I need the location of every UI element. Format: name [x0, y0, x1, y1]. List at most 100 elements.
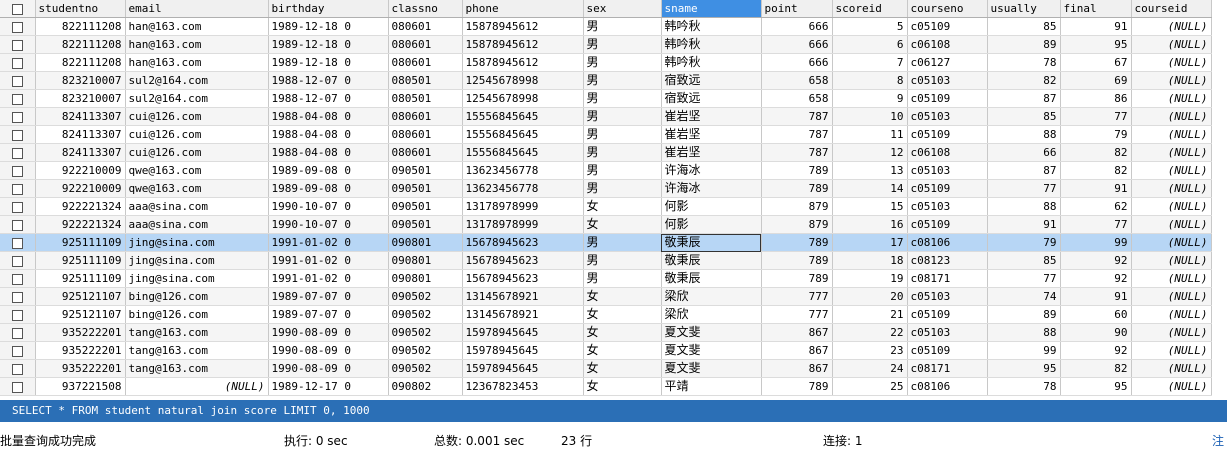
cell-final[interactable]: 60 — [1060, 305, 1132, 324]
cell-email[interactable]: aaa@sina.com — [125, 215, 269, 234]
cell-sname[interactable]: 梁欣 — [661, 305, 762, 324]
cell-sname[interactable]: 韩吟秋 — [661, 35, 762, 54]
cell-courseid[interactable]: (NULL) — [1131, 89, 1212, 108]
cell-phone[interactable]: 15978945645 — [462, 323, 584, 342]
cell-point[interactable]: 666 — [761, 53, 833, 72]
cell-usually[interactable]: 89 — [987, 35, 1061, 54]
column-header-sex[interactable]: sex — [583, 0, 662, 18]
row-checkbox[interactable] — [0, 269, 36, 288]
cell-email[interactable]: sul2@164.com — [125, 89, 269, 108]
cell-classno[interactable]: 080601 — [388, 125, 463, 144]
cell-sex[interactable]: 男 — [583, 125, 662, 144]
cell-courseid[interactable]: (NULL) — [1131, 305, 1212, 324]
cell-courseid[interactable]: (NULL) — [1131, 161, 1212, 180]
cell-courseno[interactable]: c05103 — [907, 107, 988, 126]
cell-courseid[interactable]: (NULL) — [1131, 323, 1212, 342]
checkbox-icon[interactable] — [11, 93, 23, 105]
row-checkbox[interactable] — [0, 359, 36, 378]
cell-courseno[interactable]: c08106 — [907, 233, 988, 252]
cell-courseno[interactable]: c08123 — [907, 251, 988, 270]
checkbox-icon[interactable] — [11, 345, 23, 357]
cell-classno[interactable]: 090502 — [388, 341, 463, 360]
cell-final[interactable]: 82 — [1060, 359, 1132, 378]
cell-scoreid[interactable]: 19 — [832, 269, 908, 288]
cell-birthday[interactable]: 1990-08-09 0 — [268, 359, 389, 378]
cell-birthday[interactable]: 1991-01-02 0 — [268, 233, 389, 252]
table-row[interactable]: 935222201 tang@163.com 1990-08-09 0 090502 1… — [0, 359, 1212, 378]
cell-final[interactable]: 82 — [1060, 143, 1132, 162]
checkbox-icon[interactable] — [11, 147, 23, 159]
cell-scoreid[interactable]: 11 — [832, 125, 908, 144]
table-row[interactable]: 823210007 sul2@164.com 1988-12-07 0 080501 1… — [0, 71, 1212, 90]
row-checkbox[interactable] — [0, 107, 36, 126]
cell-birthday[interactable]: 1988-04-08 0 — [268, 143, 389, 162]
cell-usually[interactable]: 89 — [987, 305, 1061, 324]
cell-birthday[interactable]: 1991-01-02 0 — [268, 269, 389, 288]
table-row[interactable]: 824113307 cui@126.com 1988-04-08 0 080601 15… — [0, 143, 1212, 162]
cell-sex[interactable]: 女 — [583, 197, 662, 216]
column-header-courseno[interactable]: courseno — [907, 0, 988, 18]
cell-birthday[interactable]: 1989-12-18 0 — [268, 35, 389, 54]
cell-courseid[interactable]: (NULL) — [1131, 197, 1212, 216]
cell-email[interactable]: tang@163.com — [125, 341, 269, 360]
cell-scoreid[interactable]: 25 — [832, 377, 908, 396]
column-header-birthday[interactable]: birthday — [268, 0, 389, 18]
cell-studentno[interactable]: 922210009 — [35, 161, 126, 180]
checkbox-icon[interactable] — [11, 3, 23, 15]
checkbox-icon[interactable] — [11, 255, 23, 267]
table-row[interactable]: 822111208 han@163.com 1989-12-18 0 080601 15… — [0, 35, 1212, 54]
cell-scoreid[interactable]: 18 — [832, 251, 908, 270]
cell-phone[interactable]: 15878945612 — [462, 53, 584, 72]
column-header-studentno[interactable]: studentno — [35, 0, 126, 18]
table-row[interactable]: 922221324 aaa@sina.com 1990-10-07 0 090501 1… — [0, 197, 1212, 216]
table-row[interactable]: 935222201 tang@163.com 1990-08-09 0 090502 1… — [0, 341, 1212, 360]
cell-point[interactable]: 789 — [761, 269, 833, 288]
cell-courseid[interactable]: (NULL) — [1131, 233, 1212, 252]
cell-courseno[interactable]: c06127 — [907, 53, 988, 72]
cell-email[interactable]: bing@126.com — [125, 287, 269, 306]
cell-usually[interactable]: 85 — [987, 251, 1061, 270]
cell-studentno[interactable]: 925111109 — [35, 269, 126, 288]
cell-sex[interactable]: 男 — [583, 161, 662, 180]
checkbox-icon[interactable] — [11, 57, 23, 69]
cell-courseno[interactable]: c05109 — [907, 17, 988, 36]
cell-courseno[interactable]: c05109 — [907, 215, 988, 234]
cell-scoreid[interactable]: 9 — [832, 89, 908, 108]
cell-email[interactable]: jing@sina.com — [125, 269, 269, 288]
checkbox-icon[interactable] — [11, 183, 23, 195]
cell-studentno[interactable]: 824113307 — [35, 143, 126, 162]
cell-scoreid[interactable]: 23 — [832, 341, 908, 360]
column-header-point[interactable]: point — [761, 0, 833, 18]
cell-sname[interactable]: 何影 — [661, 215, 762, 234]
table-row[interactable]: 922210009 qwe@163.com 1989-09-08 0 090501 13… — [0, 161, 1212, 180]
checkbox-icon[interactable] — [11, 363, 23, 375]
cell-email[interactable]: han@163.com — [125, 17, 269, 36]
cell-studentno[interactable]: 822111208 — [35, 35, 126, 54]
cell-studentno[interactable]: 823210007 — [35, 71, 126, 90]
cell-sname[interactable]: 敬秉辰 — [661, 251, 762, 270]
cell-birthday[interactable]: 1989-07-07 0 — [268, 287, 389, 306]
cell-usually[interactable]: 88 — [987, 125, 1061, 144]
cell-scoreid[interactable]: 20 — [832, 287, 908, 306]
column-header-sname[interactable]: sname — [661, 0, 762, 18]
cell-birthday[interactable]: 1989-12-18 0 — [268, 53, 389, 72]
cell-sname[interactable]: 夏文斐 — [661, 323, 762, 342]
cell-courseno[interactable]: c05103 — [907, 71, 988, 90]
cell-courseno[interactable]: c05103 — [907, 197, 988, 216]
cell-sex[interactable]: 男 — [583, 35, 662, 54]
cell-scoreid[interactable]: 7 — [832, 53, 908, 72]
cell-sname[interactable]: 崔岩坚 — [661, 107, 762, 126]
column-header-classno[interactable]: classno — [388, 0, 463, 18]
cell-sex[interactable]: 男 — [583, 107, 662, 126]
cell-phone[interactable]: 12367823453 — [462, 377, 584, 396]
cell-point[interactable]: 777 — [761, 305, 833, 324]
cell-sex[interactable]: 男 — [583, 17, 662, 36]
cell-phone[interactable]: 15556845645 — [462, 125, 584, 144]
row-checkbox[interactable] — [0, 35, 36, 54]
row-checkbox[interactable] — [0, 143, 36, 162]
cell-usually[interactable]: 78 — [987, 377, 1061, 396]
cell-studentno[interactable]: 823210007 — [35, 89, 126, 108]
cell-birthday[interactable]: 1988-04-08 0 — [268, 125, 389, 144]
cell-scoreid[interactable]: 21 — [832, 305, 908, 324]
cell-point[interactable]: 789 — [761, 377, 833, 396]
